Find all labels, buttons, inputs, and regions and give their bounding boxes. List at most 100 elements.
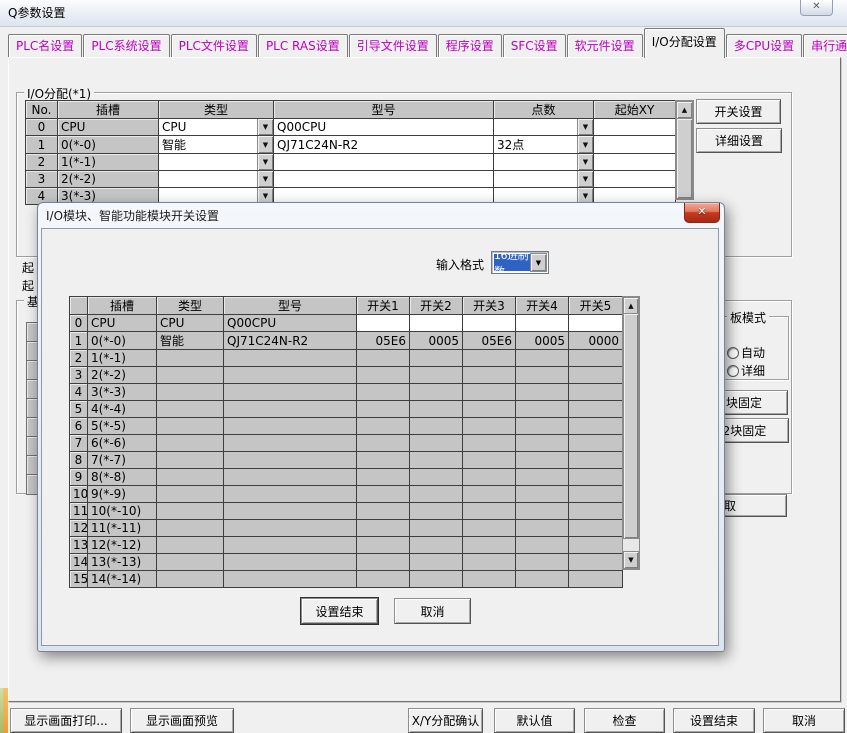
switch3-cell[interactable] (463, 452, 516, 469)
switch1-cell[interactable] (357, 418, 410, 435)
switch5-cell[interactable] (569, 520, 623, 537)
switch3-cell[interactable] (463, 401, 516, 418)
chevron-down-icon[interactable]: ▼ (257, 119, 273, 135)
switch-setting-button[interactable]: 开关设置 (696, 99, 781, 124)
chevron-down-icon[interactable]: ▼ (577, 154, 593, 170)
points-combobox[interactable]: ▼ (494, 171, 594, 188)
tab[interactable]: 多CPU设置 (726, 34, 802, 58)
scrollbar-thumb[interactable] (676, 118, 693, 199)
preview-screen-button[interactable]: 显示画面预览 (130, 708, 234, 733)
switch5-cell[interactable] (569, 315, 623, 332)
switch3-cell[interactable] (463, 315, 516, 332)
switch1-cell[interactable] (357, 384, 410, 401)
points-combobox[interactable]: ▼ (494, 119, 594, 136)
cancel-button[interactable]: 取消 (763, 708, 845, 733)
switch3-cell[interactable] (463, 469, 516, 486)
default-button[interactable]: 默认值 (494, 708, 575, 733)
model-cell[interactable]: Q00CPU (274, 119, 494, 136)
switch4-cell[interactable] (516, 418, 569, 435)
points-combobox[interactable]: ▼ (494, 154, 594, 171)
tab[interactable]: I/O分配设置 (644, 28, 725, 58)
switch5-cell[interactable] (569, 418, 623, 435)
tab[interactable]: PLC RAS设置 (258, 34, 348, 58)
dialog-cancel-button[interactable]: 取消 (394, 598, 471, 624)
tab[interactable]: PLC名设置 (8, 34, 82, 58)
switch4-cell[interactable]: 0005 (516, 332, 569, 350)
model-cell[interactable] (274, 154, 494, 171)
switch2-cell[interactable] (410, 571, 463, 588)
switch2-cell[interactable]: 0005 (410, 332, 463, 350)
switch1-cell[interactable] (357, 315, 410, 332)
chevron-down-icon[interactable]: ▼ (257, 154, 273, 170)
switch1-cell[interactable] (357, 520, 410, 537)
switch3-cell[interactable] (463, 554, 516, 571)
switch1-cell[interactable] (357, 486, 410, 503)
switch2-cell[interactable] (410, 452, 463, 469)
dialog-close-button[interactable]: ✕ (684, 203, 720, 223)
switch2-cell[interactable] (410, 350, 463, 367)
switch3-cell[interactable] (463, 367, 516, 384)
switch5-cell[interactable] (569, 503, 623, 520)
print-screen-button[interactable]: 显示画面打印... (10, 708, 122, 733)
switch1-cell[interactable] (357, 503, 410, 520)
chevron-down-icon[interactable]: ▼ (577, 136, 593, 153)
input-format-combobox[interactable]: 16进制数 ▼ (491, 251, 549, 274)
type-combobox[interactable]: CPU▼ (159, 119, 274, 136)
switch3-cell[interactable] (463, 520, 516, 537)
switch1-cell[interactable] (357, 367, 410, 384)
tab[interactable]: 软元件设置 (567, 34, 643, 58)
switch3-cell[interactable] (463, 486, 516, 503)
switch2-cell[interactable] (410, 554, 463, 571)
settings-end-button[interactable]: 设置结束 (673, 708, 755, 733)
switch5-cell[interactable] (569, 571, 623, 588)
startxy-cell[interactable] (594, 119, 676, 136)
switch2-cell[interactable] (410, 435, 463, 452)
switch4-cell[interactable] (516, 315, 569, 332)
radio-auto[interactable] (727, 347, 739, 359)
startxy-cell[interactable] (594, 154, 676, 171)
switch1-cell[interactable] (357, 571, 410, 588)
radio-detail[interactable] (727, 365, 739, 377)
switch5-cell[interactable] (569, 486, 623, 503)
switch4-cell[interactable] (516, 350, 569, 367)
switch5-cell[interactable] (569, 367, 623, 384)
switch4-cell[interactable] (516, 469, 569, 486)
io-table-scrollbar[interactable]: ▲ (675, 100, 694, 200)
switch5-cell[interactable] (569, 401, 623, 418)
switch2-cell[interactable] (410, 367, 463, 384)
switch1-cell[interactable] (357, 401, 410, 418)
chevron-down-icon[interactable]: ▼ (530, 253, 547, 272)
switch1-cell[interactable] (357, 350, 410, 367)
switch4-cell[interactable] (516, 486, 569, 503)
switch4-cell[interactable] (516, 554, 569, 571)
window-close-button[interactable]: ✕ (800, 0, 833, 16)
switch3-cell[interactable] (463, 384, 516, 401)
switch1-cell[interactable]: 05E6 (357, 332, 410, 350)
switch5-cell[interactable] (569, 435, 623, 452)
type-combobox[interactable]: ▼ (159, 171, 274, 188)
startxy-cell[interactable] (594, 171, 676, 188)
dialog-ok-button[interactable]: 设置结束 (301, 598, 378, 624)
switch4-cell[interactable] (516, 571, 569, 588)
xy-assign-confirm-button[interactable]: X/Y分配确认 (408, 708, 483, 733)
tab[interactable]: 引导文件设置 (349, 34, 437, 58)
scroll-up-icon[interactable]: ▲ (676, 101, 693, 119)
switch3-cell[interactable] (463, 503, 516, 520)
switch4-cell[interactable] (516, 537, 569, 554)
switch3-cell[interactable] (463, 571, 516, 588)
switch1-cell[interactable] (357, 554, 410, 571)
switch2-cell[interactable] (410, 315, 463, 332)
switch2-cell[interactable] (410, 537, 463, 554)
check-button[interactable]: 检查 (584, 708, 665, 733)
type-combobox[interactable]: 智能▼ (159, 136, 274, 154)
switch5-cell[interactable] (569, 469, 623, 486)
switch3-cell[interactable]: 05E6 (463, 332, 516, 350)
switch5-cell[interactable] (569, 554, 623, 571)
switch2-cell[interactable] (410, 384, 463, 401)
switch5-cell[interactable] (569, 452, 623, 469)
switch3-cell[interactable] (463, 435, 516, 452)
switch3-cell[interactable] (463, 537, 516, 554)
switch5-cell[interactable]: 0000 (569, 332, 623, 350)
switch5-cell[interactable] (569, 384, 623, 401)
tab[interactable]: PLC文件设置 (171, 34, 257, 58)
